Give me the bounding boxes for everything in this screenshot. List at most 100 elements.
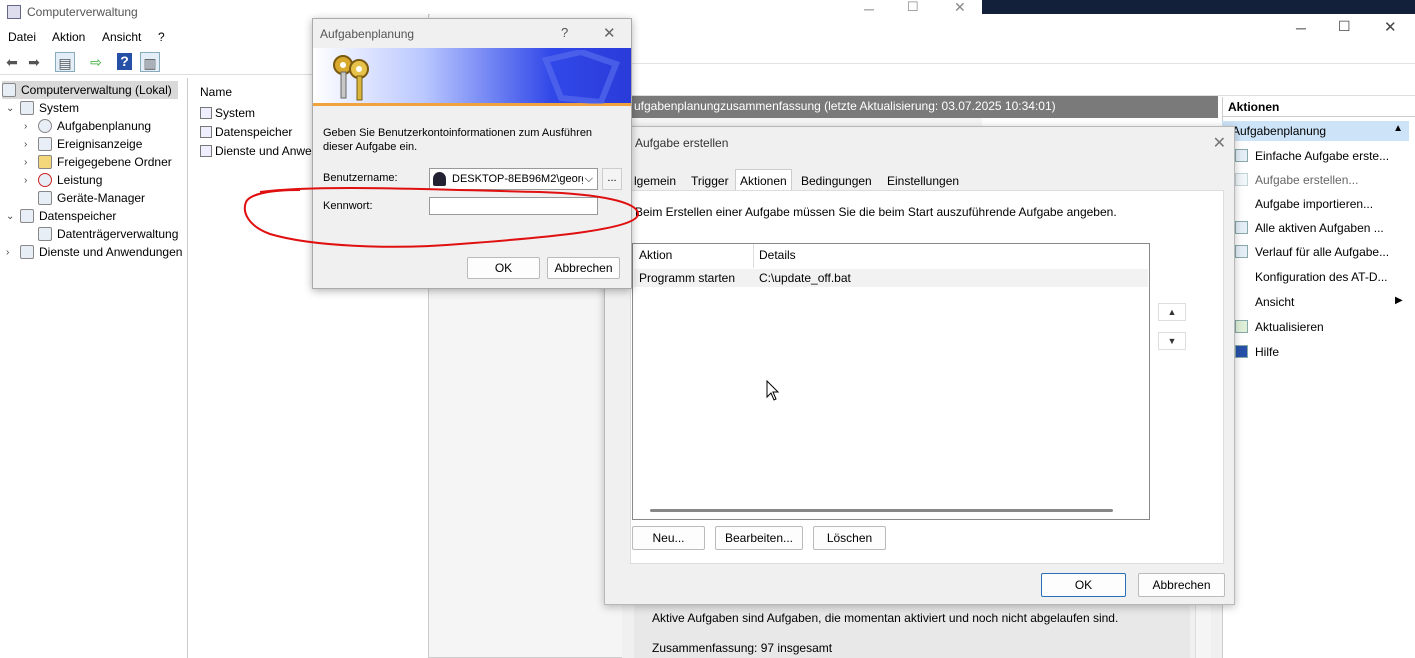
help-icon: [1235, 345, 1248, 358]
tree-item-freigegebene-ordner[interactable]: › Freigegebene Ordner: [24, 153, 172, 171]
tree-item-root[interactable]: Computerverwaltung (Lokal): [2, 81, 178, 99]
help-button[interactable]: ?: [561, 25, 568, 40]
list-item-label: Dienste und Anwe: [215, 144, 312, 158]
tab-allgemein[interactable]: lgemein: [629, 169, 681, 191]
disk-icon: [38, 227, 52, 241]
new-action-button[interactable]: Neu...: [632, 526, 705, 550]
tree-item-label: Ereignisanzeige: [57, 137, 143, 151]
tree-item-datentraegerverwaltung[interactable]: Datenträgerverwaltung: [38, 225, 178, 243]
tree-item-label: Datenspeicher: [39, 209, 117, 223]
forward-icon[interactable]: ➡: [24, 52, 44, 72]
help-icon[interactable]: ?: [117, 53, 132, 70]
actions-table: Aktion Details Programm starten C:\updat…: [632, 243, 1150, 520]
edit-action-button[interactable]: Bearbeiten...: [715, 526, 803, 550]
action-hilfe[interactable]: Hilfe: [1255, 345, 1279, 359]
chevron-right-icon[interactable]: ›: [24, 175, 36, 186]
tree-item-leistung[interactable]: › Leistung: [24, 171, 102, 189]
chevron-down-icon[interactable]: ⌵: [582, 169, 593, 189]
action-aufgabe-erstellen[interactable]: Aufgabe erstellen...: [1255, 173, 1358, 187]
action-verlauf[interactable]: Verlauf für alle Aufgabe...: [1255, 245, 1389, 259]
cell-aktion: Programm starten: [639, 271, 736, 285]
ok-button[interactable]: OK: [1041, 573, 1126, 597]
tab-trigger[interactable]: Trigger: [686, 169, 734, 191]
menu-datei[interactable]: Datei: [8, 30, 36, 44]
back-icon[interactable]: ⬅: [2, 52, 22, 72]
move-down-button[interactable]: ▼: [1158, 332, 1186, 350]
performance-icon: [38, 173, 52, 187]
tree-item-ereignisanzeige[interactable]: › Ereignisanzeige: [24, 135, 142, 153]
tools-icon: [200, 107, 212, 119]
export-icon[interactable]: ⇨: [86, 52, 106, 72]
action-pane-icon[interactable]: ▥: [140, 52, 160, 72]
action-einfache-aufgabe[interactable]: Einfache Aufgabe erste...: [1255, 149, 1389, 163]
credential-dialog: Aufgabenplanung ? ✕ Geben Sie Benutzerko…: [312, 18, 632, 289]
desktop-background: [982, 0, 1415, 14]
active-tasks-text: Aktive Aufgaben sind Aufgaben, die momen…: [652, 611, 1119, 625]
chevron-right-icon[interactable]: ›: [6, 247, 18, 258]
maximize-icon[interactable]: ☐: [907, 0, 919, 15]
action-aufgabe-importieren[interactable]: Aufgabe importieren...: [1255, 197, 1373, 211]
list-item[interactable]: Datenspeicher: [200, 125, 292, 139]
list-item[interactable]: System: [200, 106, 255, 120]
user-icon: [433, 172, 446, 186]
simple-task-icon: [1235, 149, 1248, 162]
tab-aktionen[interactable]: Aktionen: [735, 169, 792, 191]
password-input[interactable]: [429, 197, 598, 215]
action-ansicht[interactable]: Ansicht: [1255, 295, 1294, 309]
cancel-button[interactable]: Abbrechen: [1138, 573, 1225, 597]
close-icon[interactable]: ✕: [1213, 133, 1226, 153]
chevron-right-icon[interactable]: ›: [24, 157, 36, 168]
collapse-icon[interactable]: ▲: [1393, 123, 1403, 134]
list-item-label: Datenspeicher: [215, 125, 293, 139]
menu-aktion[interactable]: Aktion: [52, 30, 85, 44]
close-icon[interactable]: ✕: [1384, 18, 1397, 36]
maximize-icon[interactable]: ☐: [1338, 18, 1351, 35]
show-tree-icon[interactable]: ▤: [55, 52, 75, 72]
browse-button[interactable]: ...: [602, 168, 622, 190]
chevron-down-icon[interactable]: ⌄: [6, 103, 18, 114]
event-viewer-icon: [38, 137, 52, 151]
tab-einstellungen[interactable]: Einstellungen: [882, 169, 964, 191]
column-header-aktion[interactable]: Aktion: [639, 248, 672, 262]
tree-item-geraete-manager[interactable]: Geräte-Manager: [38, 189, 145, 207]
action-alle-aktiven[interactable]: Alle aktiven Aufgaben ...: [1255, 221, 1384, 235]
watermark-icon: [541, 50, 620, 104]
create-task-icon: [1235, 173, 1248, 186]
actions-description: Beim Erstellen einer Aufgabe müssen Sie …: [635, 205, 1117, 219]
navigation-tree: Computerverwaltung (Lokal) ⌄ System › Au…: [0, 78, 188, 658]
actions-section-aufgabenplanung[interactable]: Aufgabenplanung ▲: [1222, 121, 1409, 141]
username-value: DESKTOP-8EB96M2\georg: [452, 173, 588, 185]
scrollbar[interactable]: [1195, 605, 1211, 658]
chevron-right-icon[interactable]: ›: [24, 121, 36, 132]
ok-button[interactable]: OK: [467, 257, 540, 279]
minimize-icon[interactable]: ─: [1296, 20, 1306, 36]
tree-item-system[interactable]: ⌄ System: [6, 99, 79, 117]
close-icon[interactable]: ✕: [603, 24, 616, 42]
column-divider[interactable]: [753, 244, 754, 268]
chevron-right-icon[interactable]: ›: [24, 139, 36, 150]
username-combobox[interactable]: DESKTOP-8EB96M2\georg ⌵: [429, 168, 598, 190]
tree-item-label: Geräte-Manager: [57, 191, 146, 205]
chevron-down-icon[interactable]: ⌄: [6, 211, 18, 222]
cancel-button[interactable]: Abbrechen: [547, 257, 620, 279]
dialog-title: Aufgabe erstellen: [635, 136, 729, 150]
tree-item-aufgabenplanung[interactable]: › Aufgabenplanung: [24, 117, 151, 135]
menu-help[interactable]: ?: [158, 30, 165, 44]
computer-icon: [2, 83, 16, 97]
table-row[interactable]: Programm starten C:\update_off.bat: [634, 269, 1148, 287]
list-item[interactable]: Dienste und Anwe: [200, 144, 312, 158]
column-header-name[interactable]: Name: [200, 85, 232, 99]
submenu-arrow-icon: ▶: [1395, 295, 1403, 306]
tree-item-datenspeicher[interactable]: ⌄ Datenspeicher: [6, 207, 116, 225]
cell-details: C:\update_off.bat: [759, 271, 851, 285]
tab-bedingungen[interactable]: Bedingungen: [796, 169, 877, 191]
tree-item-dienste[interactable]: › Dienste und Anwendungen: [6, 243, 182, 261]
action-konfiguration[interactable]: Konfiguration des AT-D...: [1255, 270, 1388, 284]
action-aktualisieren[interactable]: Aktualisieren: [1255, 320, 1324, 334]
menu-ansicht[interactable]: Ansicht: [102, 30, 141, 44]
move-up-button[interactable]: ▲: [1158, 303, 1186, 321]
delete-action-button[interactable]: Löschen: [813, 526, 886, 550]
column-header-details[interactable]: Details: [759, 248, 796, 262]
dialog-banner: [313, 48, 631, 106]
horizontal-scrollbar[interactable]: [650, 509, 1113, 512]
